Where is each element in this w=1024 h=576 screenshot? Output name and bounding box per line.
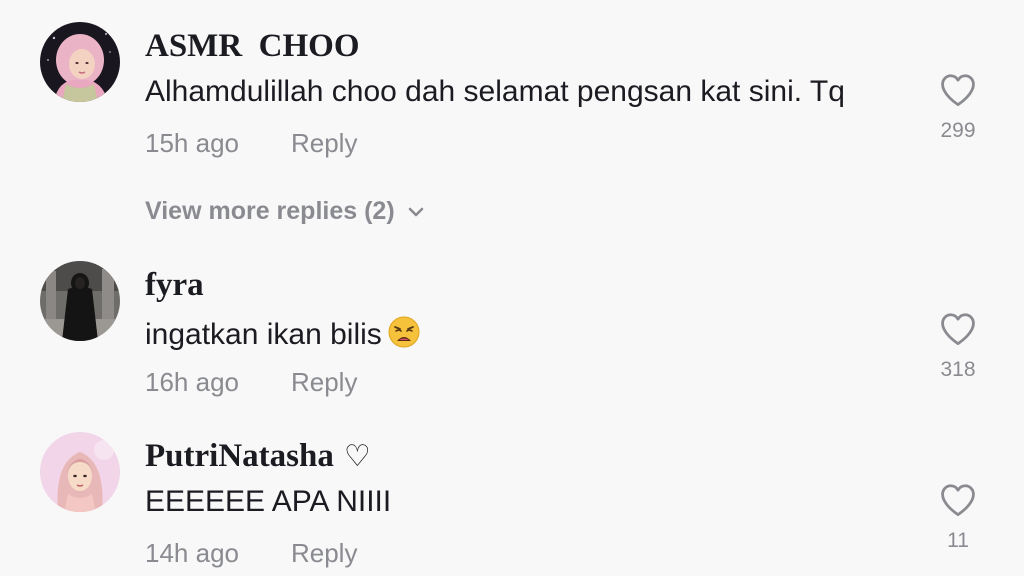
like-container: 11 xyxy=(930,483,986,551)
heart-icon[interactable] xyxy=(939,73,977,107)
comment-timestamp: 14h ago xyxy=(145,538,239,568)
user-avatar[interactable] xyxy=(40,261,120,341)
comment-meta: 16h ago Reply xyxy=(145,369,357,395)
comment-text-content: ingatkan ikan bilis xyxy=(145,318,382,351)
username-text[interactable]: PutriNatasha xyxy=(145,438,334,474)
avatar-black-abaya-photo-icon xyxy=(40,261,120,341)
view-more-replies-label[interactable]: View more replies (2) xyxy=(145,197,395,225)
reply-button[interactable]: Reply xyxy=(291,538,357,568)
reply-button[interactable]: Reply xyxy=(291,367,357,397)
chevron-down-icon xyxy=(408,207,423,217)
like-container: 299 xyxy=(930,73,986,141)
comment-username[interactable]: ASMR CHOO xyxy=(145,30,360,63)
comment-text: EEEEEE APA NIIII xyxy=(145,485,392,518)
user-avatar[interactable] xyxy=(40,22,120,102)
comment-username[interactable]: fyra xyxy=(145,269,204,302)
like-count: 318 xyxy=(940,358,976,381)
avatar-pink-hijab-photo-icon xyxy=(40,22,120,102)
like-count: 11 xyxy=(947,529,969,552)
like-container: 318 xyxy=(930,312,986,380)
comment-timestamp: 16h ago xyxy=(145,367,239,397)
weary-face-emoji-icon xyxy=(388,316,420,348)
comment-text: Alhamdulillah choo dah selamat pengsan k… xyxy=(145,75,845,108)
username-text[interactable]: fyra xyxy=(145,267,204,303)
user-avatar[interactable] xyxy=(40,432,120,512)
avatar-cartoon-hijab-girl-icon xyxy=(40,432,120,512)
heart-icon[interactable] xyxy=(939,312,977,346)
comment-text: ingatkan ikan bilis xyxy=(145,316,420,350)
like-count: 299 xyxy=(940,119,976,142)
comment-meta: 15h ago Reply xyxy=(145,130,357,156)
heart-icon[interactable] xyxy=(939,483,977,517)
view-more-replies-button[interactable]: View more replies (2) xyxy=(145,199,425,224)
comment-timestamp: 15h ago xyxy=(145,128,239,158)
reply-button[interactable]: Reply xyxy=(291,128,357,158)
comment-username[interactable]: PutriNatasha ♡ xyxy=(145,440,371,473)
comment-meta: 14h ago Reply xyxy=(145,540,357,566)
heart-badge: ♡ xyxy=(343,439,371,474)
username-text[interactable]: ASMR CHOO xyxy=(145,28,360,64)
